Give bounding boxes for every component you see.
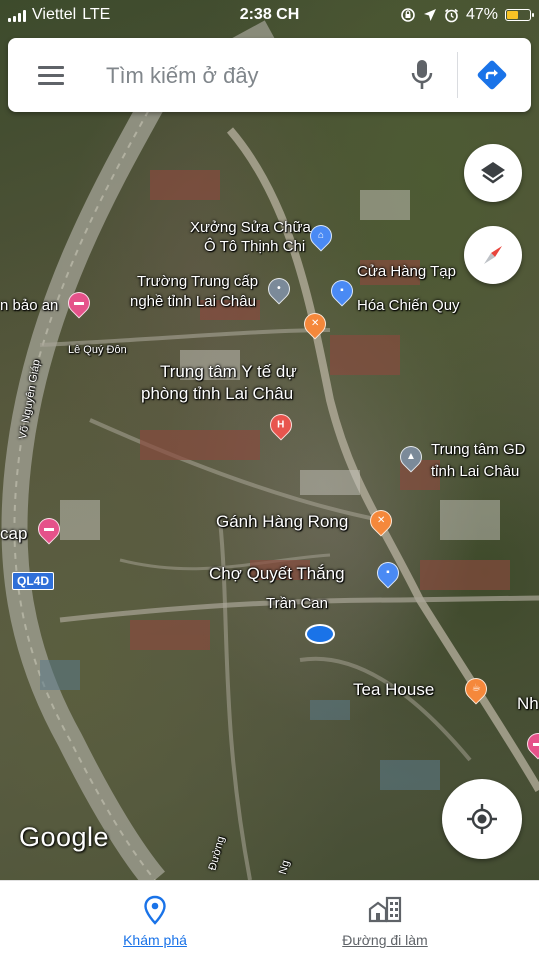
alarm-icon: [445, 8, 458, 22]
google-logo: Google: [19, 822, 110, 852]
commute-buildings-icon: [368, 896, 402, 923]
satellite-map[interactable]: Xưởng Sửa Chữa Ô Tô Thịnh Chi ⌂ Trường T…: [0, 0, 539, 880]
poi-label-xuong-sua-chua[interactable]: Xưởng Sửa Chữa: [190, 218, 311, 237]
search-input[interactable]: [104, 58, 398, 94]
poi-label-bao-an[interactable]: n bảo an: [0, 296, 58, 315]
microphone-icon[interactable]: [408, 58, 436, 92]
poi-label-cua-hang[interactable]: Cửa Hàng Tạp: [357, 262, 456, 281]
directions-icon[interactable]: [476, 59, 508, 91]
battery-percent: 47%: [465, 6, 498, 23]
compass-icon: [484, 246, 502, 264]
search-bar: [8, 38, 531, 112]
layers-button[interactable]: [464, 144, 522, 202]
tab-commute-label: Đường đi làm: [342, 932, 428, 948]
location-arrow-icon: [423, 9, 436, 21]
road-shield-ql4d: QL4D: [12, 572, 55, 590]
street-label-le-quy-don: Lê Quý Đôn: [68, 344, 127, 356]
compass-button[interactable]: [464, 226, 522, 284]
current-location-dot: [305, 624, 335, 644]
my-location-button[interactable]: [442, 779, 522, 859]
poi-label-truong-trung-cap[interactable]: Trường Trung cấp: [137, 272, 258, 291]
poi-label-cho-quyet-thang[interactable]: Chợ Quyết Thắng: [209, 564, 345, 583]
poi-label-trung-tam-gd-line2[interactable]: tỉnh Lai Châu: [431, 462, 519, 481]
tab-commute[interactable]: Đường đi làm: [305, 881, 465, 961]
tab-explore[interactable]: Khám phá: [75, 881, 235, 961]
poi-label-truong-trung-cap-line2[interactable]: nghề tỉnh Lai Châu: [130, 292, 256, 311]
battery-icon: [505, 9, 534, 21]
my-location-icon: [467, 804, 497, 834]
street-label-tran-can: Trần Can: [266, 595, 328, 612]
poi-label-trung-tam-yte-line2[interactable]: phòng tỉnh Lai Châu: [141, 384, 293, 403]
bottom-navigation: Khám phá Đường đi làm: [0, 880, 539, 961]
poi-label-trung-tam-gd[interactable]: Trung tâm GD: [431, 440, 525, 459]
map-pin-icon: [144, 895, 166, 925]
status-bar: Viettel LTE 2:38 CH 47%: [0, 0, 539, 30]
poi-label-cua-hang-line2[interactable]: Hóa Chiến Quy: [357, 296, 460, 315]
poi-label-tea-house[interactable]: Tea House: [353, 680, 434, 699]
layers-icon: [481, 162, 505, 184]
poi-label-nh[interactable]: Nh: [517, 694, 539, 713]
search-bar-divider: [457, 52, 458, 98]
poi-label-trung-tam-yte[interactable]: Trung tâm Y tế dự: [160, 362, 297, 381]
tab-explore-label: Khám phá: [123, 932, 187, 948]
rotation-lock-icon: [401, 8, 415, 22]
poi-label-xuong-sua-chua-line2[interactable]: Ô Tô Thịnh Chi: [204, 237, 305, 256]
clock: 2:38 CH: [239, 6, 300, 23]
poi-label-cap[interactable]: cap: [0, 524, 27, 543]
poi-label-ganh-hang-rong[interactable]: Gánh Hàng Rong: [216, 512, 348, 531]
menu-icon[interactable]: [38, 65, 66, 85]
